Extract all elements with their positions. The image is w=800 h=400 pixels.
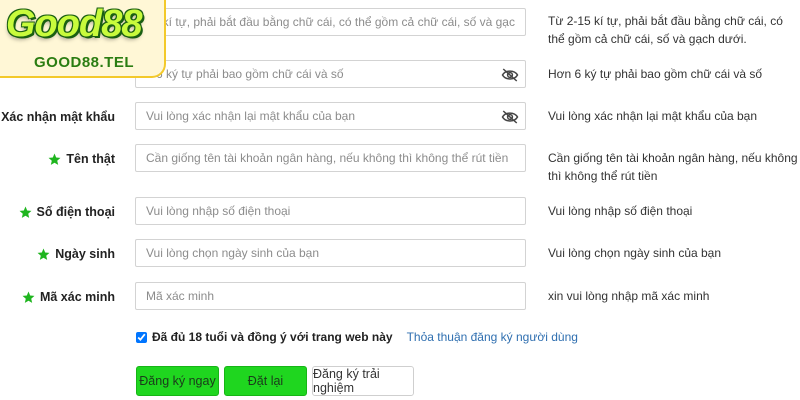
- verification-code-input[interactable]: [136, 289, 525, 303]
- eye-off-icon[interactable]: [501, 109, 519, 125]
- confirm-password-label-text: Xác nhận mật khẩu: [1, 110, 115, 124]
- phone-field[interactable]: [135, 197, 526, 225]
- register-now-button[interactable]: Đăng ký ngay: [136, 366, 219, 396]
- eye-off-icon[interactable]: [501, 67, 519, 83]
- confirm-password-hint: Vui lòng xác nhận lại mật khẩu của bạn: [548, 109, 758, 123]
- required-star-icon: [19, 206, 31, 218]
- phone-label-text: Số điện thoại: [36, 205, 115, 219]
- password-hint: Hơn 6 ký tự phải bao gồm chữ cái và số: [548, 67, 763, 81]
- birthday-label-text: Ngày sinh: [55, 247, 115, 261]
- trial-register-button[interactable]: Đăng ký trải nghiệm: [312, 366, 414, 396]
- agreement-row: Đã đủ 18 tuổi và đồng ý với trang web nà…: [136, 330, 578, 344]
- birthday-input[interactable]: [136, 246, 525, 260]
- required-star-icon: [37, 248, 50, 260]
- phone-input[interactable]: [136, 204, 525, 218]
- user-agreement-link[interactable]: Thỏa thuận đăng ký người dùng: [407, 330, 578, 344]
- username-field[interactable]: [135, 8, 526, 36]
- real-name-field[interactable]: [135, 144, 526, 172]
- username-input[interactable]: [136, 15, 525, 29]
- real-name-label-text: Tên thật: [66, 152, 115, 166]
- required-star-icon: [48, 153, 61, 165]
- phone-label: Số điện thoại: [19, 197, 115, 227]
- agreement-text: Đã đủ 18 tuổi và đồng ý với trang web nà…: [152, 330, 393, 344]
- real-name-label: Tên thật: [48, 144, 115, 174]
- password-input[interactable]: [136, 67, 525, 81]
- birthday-hint: Vui lòng chọn ngày sinh của bạn: [548, 246, 722, 260]
- confirm-password-label: Xác nhận mật khẩu: [0, 102, 115, 132]
- required-star-icon: [22, 291, 35, 303]
- logo-brand-text: Good88: [6, 3, 142, 45]
- logo-domain-text: GOOD88.TEL: [34, 54, 135, 71]
- username-hint: Từ 2-15 kí tự, phải bắt đầu bằng chữ cái…: [548, 14, 783, 46]
- real-name-input[interactable]: [136, 151, 525, 165]
- confirm-password-field[interactable]: [135, 102, 526, 130]
- verification-code-field[interactable]: [135, 282, 526, 310]
- verification-code-label: Mã xác minh: [22, 282, 115, 312]
- brand-logo[interactable]: Good88 GOOD88.TEL: [0, 0, 166, 78]
- reset-button[interactable]: Đặt lại: [224, 366, 307, 396]
- agreement-checkbox[interactable]: [136, 331, 147, 343]
- birthday-label: Ngày sinh: [37, 239, 115, 269]
- password-field[interactable]: [135, 60, 526, 88]
- real-name-hint: Cần giống tên tài khoản ngân hàng, nếu k…: [548, 151, 798, 183]
- confirm-password-input[interactable]: [136, 109, 525, 123]
- verification-code-hint: xin vui lòng nhập mã xác minh: [548, 289, 710, 303]
- verification-code-label-text: Mã xác minh: [39, 290, 115, 304]
- phone-hint: Vui lòng nhập số điện thoại: [548, 204, 693, 218]
- birthday-field[interactable]: [135, 239, 526, 267]
